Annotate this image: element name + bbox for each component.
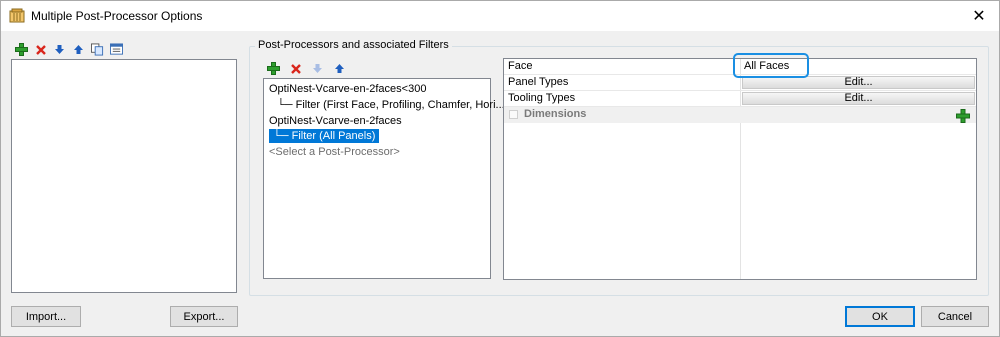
post-processor-tree[interactable]: OptiNest-Vcarve-en-2faces<300 └─ Filter … [263, 78, 505, 279]
copy-icon[interactable] [91, 43, 104, 56]
dimensions-label: Dimensions [524, 108, 587, 120]
delete-icon[interactable] [289, 62, 302, 75]
cancel-button[interactable]: Cancel [921, 306, 989, 327]
move-up-icon[interactable] [333, 62, 346, 75]
expand-icon[interactable] [509, 110, 518, 119]
move-down-icon[interactable] [53, 43, 66, 56]
move-down-icon[interactable] [311, 62, 324, 75]
close-button[interactable]: ✕ [959, 1, 999, 31]
dialog-window: Multiple Post-Processor Options ✕ Post-P… [0, 0, 1000, 337]
dimensions-category[interactable]: Dimensions [504, 107, 976, 123]
delete-icon[interactable] [34, 43, 47, 56]
tree-item-post-processor[interactable]: OptiNest-Vcarve-en-2faces<300 [269, 82, 426, 96]
tree-toolbar [267, 62, 346, 75]
post-processor-list[interactable] [11, 59, 237, 293]
tooling-types-edit-button[interactable]: Edit... [742, 92, 975, 105]
tree-item-filter[interactable]: └─ Filter (First Face, Profiling, Chamfe… [277, 98, 505, 112]
tree-item-select-placeholder[interactable]: <Select a Post-Processor> [269, 145, 400, 159]
title-bar[interactable]: Multiple Post-Processor Options ✕ [1, 1, 999, 31]
ok-button[interactable]: OK [845, 306, 915, 327]
tree-item-post-processor[interactable]: OptiNest-Vcarve-en-2faces [269, 114, 402, 128]
app-icon [9, 8, 25, 24]
window-title: Multiple Post-Processor Options [31, 9, 203, 23]
property-name: Face [508, 60, 533, 72]
add-icon[interactable] [15, 43, 28, 56]
add-icon[interactable] [956, 109, 970, 123]
move-up-icon[interactable] [72, 43, 85, 56]
group-label: Post-Processors and associated Filters [255, 39, 452, 51]
filter-property-grid: Face All Faces Panel Types Edit... Tooli… [503, 58, 977, 280]
import-button[interactable]: Import... [11, 306, 81, 327]
left-toolbar [15, 43, 123, 56]
property-row-tooling-types: Tooling Types Edit... [504, 91, 976, 107]
export-button[interactable]: Export... [170, 306, 238, 327]
property-name: Tooling Types [508, 92, 576, 104]
add-icon[interactable] [267, 62, 280, 75]
properties-icon[interactable] [110, 43, 123, 56]
face-value-highlight [733, 53, 809, 78]
tree-item-filter-selected[interactable]: └─ Filter (All Panels) [269, 129, 380, 143]
property-name: Panel Types [508, 76, 569, 88]
